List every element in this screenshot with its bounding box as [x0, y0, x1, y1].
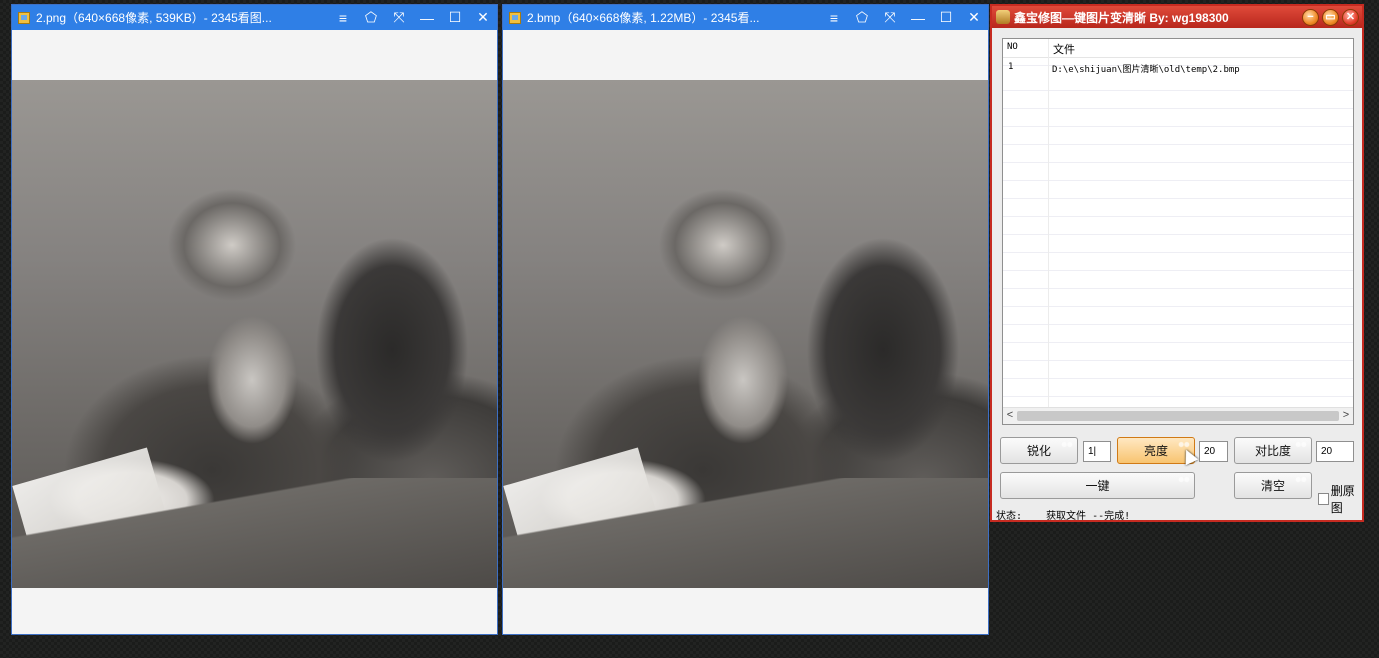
image-canvas[interactable] [503, 30, 988, 634]
image-canvas[interactable] [12, 30, 497, 634]
horizontal-scrollbar[interactable]: < > [1003, 407, 1353, 424]
maximize-icon[interactable]: ☐ [932, 5, 960, 30]
column-divider [1048, 39, 1049, 408]
contrast-button-label: 对比度 [1254, 444, 1291, 458]
image-viewer-window-bmp: 2.bmp（640×668像素, 1.22MB）- 2345看... ≡ ⬠ ⤧… [502, 4, 989, 635]
contrast-button[interactable]: 对比度 [1234, 437, 1312, 464]
viewer-title: 2.bmp（640×668像素, 1.22MB）- 2345看... [527, 11, 760, 25]
status-bar: 状态: 获取文件 --完成! [996, 507, 1130, 522]
file-list-header: NO 文件 [1003, 39, 1353, 58]
menu-icon[interactable]: ≡ [820, 5, 848, 30]
clear-button[interactable]: 清空 [1234, 472, 1312, 499]
sharpen-value-input[interactable]: 1| [1083, 441, 1111, 462]
photo-image [503, 80, 988, 588]
photo-table [503, 478, 988, 588]
list-item-no: 1 [1008, 62, 1014, 72]
minimize-icon[interactable]: — [413, 5, 441, 30]
sharpen-button-label: 锐化 [1026, 444, 1051, 458]
tool-title: 鑫宝修图—键图片变清晰 By: wg198300 [1014, 10, 1229, 25]
close-icon[interactable]: ✕ [469, 5, 497, 30]
sharpen-button[interactable]: 锐化 [1000, 437, 1078, 464]
delete-original-label: 删原图 [1330, 484, 1355, 515]
file-list[interactable]: NO 文件 1 D:\e\shijuan\图片清晰\old\temp\2.bmp… [1002, 38, 1354, 425]
menu-icon[interactable]: ≡ [329, 5, 357, 30]
minimize-icon[interactable]: — [904, 5, 932, 30]
list-item-path: D:\e\shijuan\图片清晰\old\temp\2.bmp [1052, 65, 1240, 75]
close-icon[interactable]: ✕ [1342, 8, 1359, 26]
photo-image [12, 80, 497, 588]
brightness-button-label: 亮度 [1143, 444, 1168, 458]
scroll-left-icon[interactable]: < [1004, 409, 1016, 421]
image-viewer-window-png: 2.png（640×668像素, 539KB）- 2345看图... ≡ ⬠ ⤧… [11, 4, 498, 635]
picture-icon [18, 11, 30, 24]
column-header-file[interactable]: 文件 [1053, 41, 1075, 57]
fullscreen-icon[interactable]: ⤧ [385, 5, 413, 30]
button-decoration-icon [1294, 440, 1308, 449]
button-decoration-icon [1177, 475, 1191, 484]
button-decoration-icon [1294, 475, 1308, 484]
app-logo-icon [996, 10, 1010, 24]
list-item[interactable]: 1 D:\e\shijuan\图片清晰\old\temp\2.bmp [1003, 58, 1353, 75]
column-header-no[interactable]: NO [1007, 42, 1018, 52]
viewer-titlebar[interactable]: 2.png（640×668像素, 539KB）- 2345看图... ≡ ⬠ ⤧… [12, 5, 497, 30]
clear-button-label: 清空 [1260, 479, 1285, 493]
picture-icon [509, 11, 521, 24]
checkbox-box[interactable] [1318, 493, 1329, 505]
viewer-titlebar[interactable]: 2.bmp（640×668像素, 1.22MB）- 2345看... ≡ ⬠ ⤧… [503, 5, 988, 30]
status-message: 获取文件 --完成! [1046, 511, 1131, 522]
skin-icon[interactable]: ⬠ [357, 5, 385, 30]
close-icon[interactable]: ✕ [960, 5, 988, 30]
brightness-value-input[interactable]: 20 [1199, 441, 1228, 462]
minimize-icon[interactable]: − [1302, 8, 1319, 26]
fullscreen-icon[interactable]: ⤧ [876, 5, 904, 30]
one-click-button-label: 一键 [1085, 479, 1110, 493]
maximize-icon[interactable]: ▭ [1322, 8, 1339, 26]
contrast-value-input[interactable]: 20 [1316, 441, 1354, 462]
scroll-right-icon[interactable]: > [1340, 409, 1352, 421]
scrollbar-thumb[interactable] [1017, 411, 1339, 421]
maximize-icon[interactable]: ☐ [441, 5, 469, 30]
viewer-title: 2.png（640×668像素, 539KB）- 2345看图... [36, 11, 272, 25]
tool-titlebar[interactable]: 鑫宝修图—键图片变清晰 By: wg198300 − ▭ ✕ [992, 6, 1362, 28]
button-decoration-icon [1060, 440, 1074, 449]
photo-table [12, 478, 497, 588]
skin-icon[interactable]: ⬠ [848, 5, 876, 30]
delete-original-checkbox[interactable]: 删原图 [1318, 482, 1362, 516]
one-click-button[interactable]: 一键 [1000, 472, 1195, 499]
enhance-tool-window: 鑫宝修图—键图片变清晰 By: wg198300 − ▭ ✕ NO 文件 1 D… [990, 4, 1364, 522]
status-label: 状态: [996, 511, 1023, 522]
